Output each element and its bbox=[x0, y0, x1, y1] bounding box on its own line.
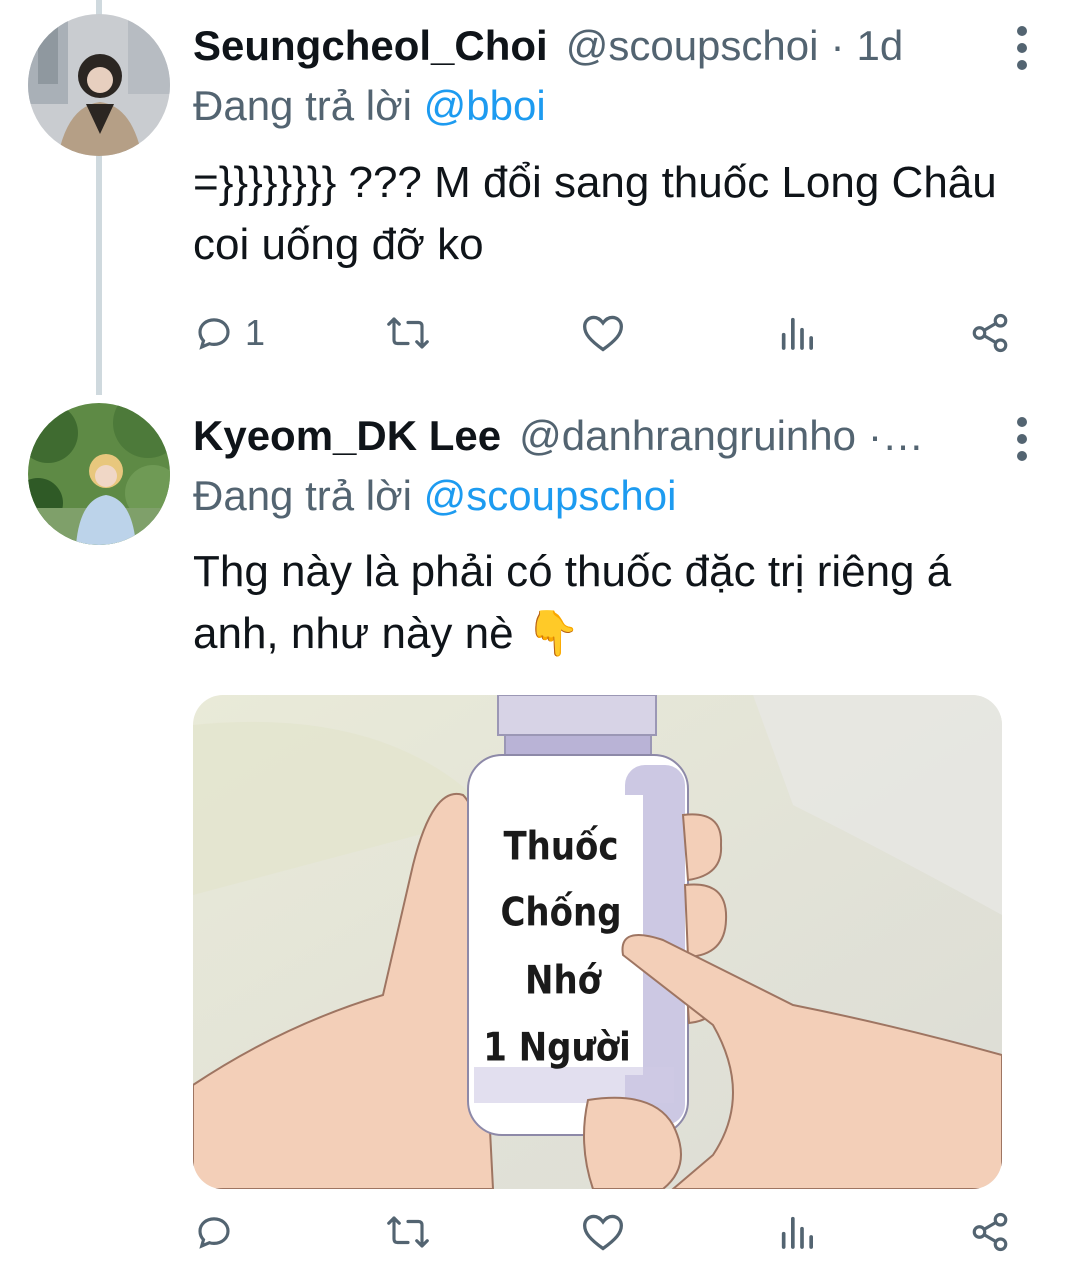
more-vertical-icon[interactable] bbox=[1010, 417, 1034, 461]
retweet-icon bbox=[387, 1216, 429, 1248]
bottle-label-line: 1 Người bbox=[483, 1025, 631, 1071]
avatar[interactable] bbox=[28, 14, 170, 156]
reply-icon bbox=[198, 318, 230, 350]
bottle-label-line: Thuốc bbox=[503, 824, 619, 870]
action-bar bbox=[193, 1207, 1023, 1257]
mention-link[interactable]: @bboi bbox=[424, 82, 546, 129]
views-button[interactable] bbox=[777, 313, 817, 353]
heart-icon bbox=[583, 315, 623, 352]
timestamp[interactable]: 1d bbox=[856, 20, 903, 72]
tweet-header: Seungcheol_Choi @scoupschoi · 1d bbox=[193, 20, 980, 72]
bottle-label-line: Chống bbox=[500, 890, 622, 936]
tweet-image[interactable]: Thuốc Chống Nhớ 1 Người bbox=[193, 695, 1002, 1189]
avatar[interactable] bbox=[28, 403, 170, 545]
more-vertical-icon[interactable] bbox=[1010, 26, 1034, 70]
user-handle[interactable]: @scoupschoi bbox=[566, 20, 819, 72]
tweet-seungcheol[interactable]: Seungcheol_Choi @scoupschoi · 1d Đang tr… bbox=[0, 0, 1080, 395]
share-button[interactable] bbox=[969, 1211, 1011, 1253]
share-icon bbox=[972, 1212, 1008, 1252]
tweet-header: Kyeom_DK Lee @danhrangruinho ·… bbox=[193, 410, 980, 462]
replying-to: Đang trả lời @bboi bbox=[193, 80, 546, 132]
tweet-text-line: =}}}}}}}} ??? M đổi sang thuốc Long Châu bbox=[193, 158, 997, 207]
tweet-text-line: coi uống đỡ ko bbox=[193, 220, 484, 269]
mention-link[interactable]: @scoupschoi bbox=[424, 472, 677, 519]
separator-dot: ·… bbox=[868, 412, 924, 459]
reply-count: 1 bbox=[245, 312, 266, 353]
tweet-text: =}}}}}}}} ??? M đổi sang thuốc Long Châu… bbox=[193, 152, 1043, 276]
retweet-button[interactable] bbox=[385, 312, 431, 354]
like-button[interactable] bbox=[581, 312, 625, 354]
user-handle[interactable]: @danhrangruinho bbox=[519, 410, 856, 462]
reply-icon bbox=[198, 1217, 230, 1249]
action-bar: 1 bbox=[193, 308, 1023, 358]
replying-prefix: Đang trả lời bbox=[193, 82, 412, 129]
bottle-label-line: Nhớ bbox=[524, 958, 602, 1004]
reply-button[interactable] bbox=[193, 1211, 235, 1253]
tweet-text: Thg này là phải có thuốc đặc trị riêng á… bbox=[193, 541, 1043, 665]
share-button[interactable] bbox=[969, 312, 1011, 354]
analytics-icon bbox=[781, 317, 813, 350]
analytics-icon bbox=[781, 1216, 813, 1249]
heart-icon bbox=[583, 1214, 623, 1251]
display-name[interactable]: Kyeom_DK Lee bbox=[193, 410, 501, 462]
like-button[interactable] bbox=[581, 1211, 625, 1253]
pointing-down-emoji: 👇 bbox=[525, 609, 581, 658]
retweet-icon bbox=[387, 317, 429, 349]
reply-button[interactable]: 1 bbox=[193, 312, 265, 354]
replying-prefix: Đang trả lời bbox=[193, 472, 412, 519]
tweet-text-line: Thg này là phải có thuốc đặc trị riêng á bbox=[193, 547, 952, 596]
views-button[interactable] bbox=[777, 1212, 817, 1252]
retweet-button[interactable] bbox=[385, 1211, 431, 1253]
tweet-text-line-content: anh, như này nè bbox=[193, 609, 514, 658]
tweet-text-line: anh, như này nè 👇 bbox=[193, 603, 1043, 665]
separator-dot: · bbox=[830, 22, 845, 69]
display-name[interactable]: Seungcheol_Choi bbox=[193, 20, 548, 72]
replying-to: Đang trả lời @scoupschoi bbox=[193, 470, 676, 522]
share-icon bbox=[972, 313, 1008, 353]
